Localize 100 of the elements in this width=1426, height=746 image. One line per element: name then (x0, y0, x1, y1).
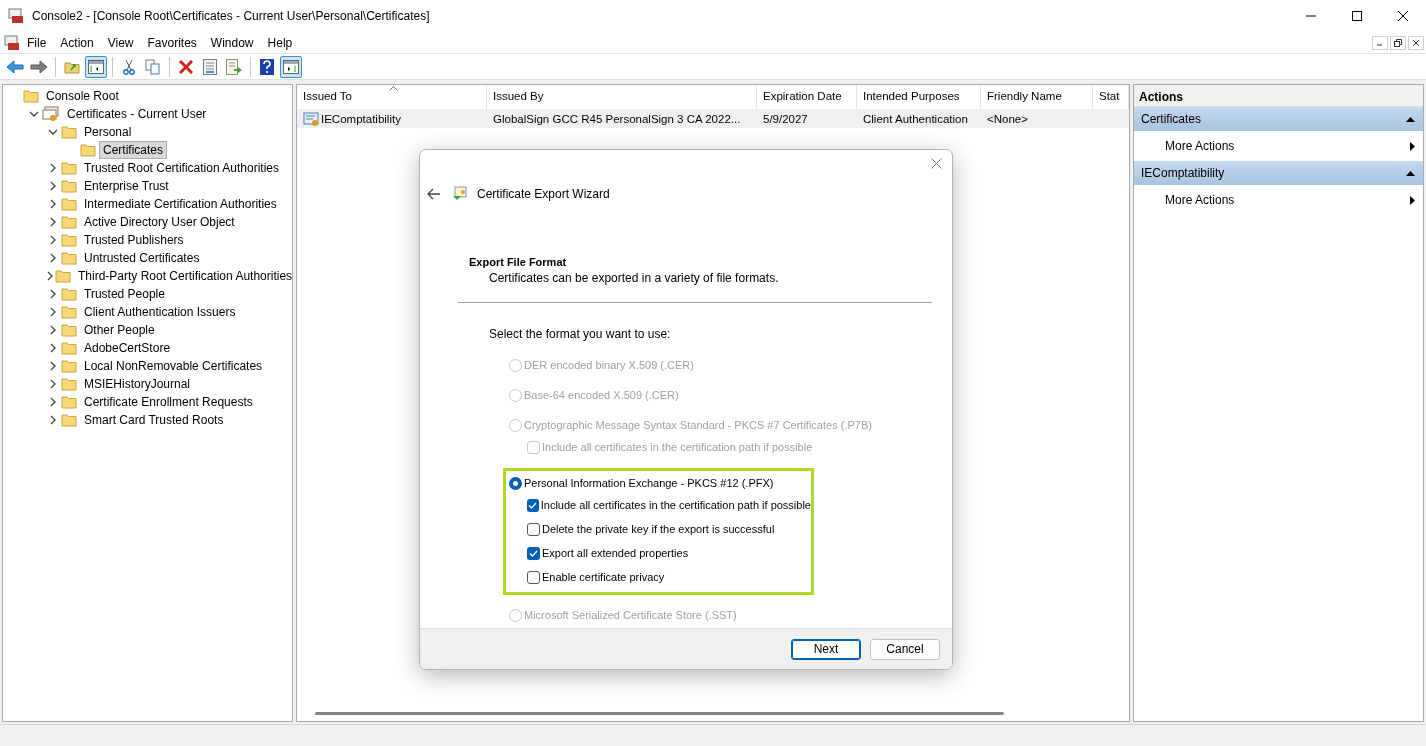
action-item[interactable]: More Actions (1134, 131, 1423, 161)
tree-item[interactable]: Intermediate Certification Authorities (80, 195, 281, 213)
folder-icon (61, 233, 77, 247)
delete-x-icon (179, 59, 193, 74)
close-icon (1412, 38, 1420, 47)
close-button[interactable] (1408, 35, 1424, 50)
tree-item[interactable]: Certificates - Current User (63, 105, 211, 123)
tree-item[interactable]: Smart Card Trusted Roots (80, 411, 228, 429)
copy-icon (145, 58, 161, 75)
dialog-title: Certificate Export Wizard (477, 187, 610, 201)
folder-icon (61, 359, 77, 373)
pane-toggle-icon (283, 59, 299, 74)
tree-item[interactable]: Console Root (42, 87, 123, 105)
tree-item[interactable]: Certificates (99, 141, 168, 159)
submenu-triangle-icon (1410, 195, 1415, 205)
scissors-icon (123, 58, 135, 75)
tree-item[interactable]: Other People (80, 321, 159, 339)
restore-button[interactable] (1390, 35, 1406, 50)
back-arrow-icon (6, 59, 24, 74)
folder-icon (61, 161, 77, 175)
menu-item[interactable]: Help (260, 35, 300, 50)
certificate-store-icon (42, 106, 60, 122)
menu-item[interactable]: Window (203, 35, 261, 50)
tree-item[interactable]: Client Authentication Issuers (80, 303, 240, 321)
close-icon[interactable] (931, 157, 942, 169)
maximize-icon (1352, 11, 1362, 21)
format-prompt: Select the format you want to use: (489, 327, 672, 341)
back-arrow-icon[interactable] (427, 188, 441, 200)
pane-toggle-icon (88, 59, 104, 74)
folder-icon (61, 377, 77, 391)
folder-up-icon (64, 59, 80, 74)
folder-icon (61, 413, 77, 427)
menu-item[interactable]: Action (53, 35, 101, 50)
actions-section-header[interactable]: IEComptatibility (1134, 161, 1423, 185)
checkmark-icon (529, 549, 538, 557)
format-radio-option[interactable]: Personal Information Exchange - PKCS #12 (.PFX) (509, 473, 811, 493)
toolbar-button[interactable] (280, 55, 302, 78)
menu-item[interactable]: View (100, 35, 141, 50)
table-cell: Client Authentication (863, 112, 968, 125)
app-icon[interactable] (4, 34, 20, 51)
actions-title: Actions (1134, 85, 1423, 107)
forward-arrow-icon (30, 59, 48, 74)
checkmark-icon (528, 501, 538, 509)
collapse-triangle-icon (1406, 170, 1415, 176)
folder-icon (61, 125, 77, 139)
list-row[interactable]: IEComptatibility GlobalSign GCC R45 PersonalSign 3 CA 2022... 5/9/2027 Client Authentication <None> (297, 109, 1129, 128)
folder-icon (80, 143, 96, 157)
tree-item[interactable]: Third-Party Root Certification Authorities (74, 267, 297, 285)
folder-icon (61, 215, 77, 229)
collapse-triangle-icon (1406, 116, 1415, 122)
action-item[interactable]: More Actions (1134, 185, 1423, 215)
toolbar-button[interactable] (85, 55, 107, 78)
tree-item[interactable]: Certificate Enrollment Requests (80, 393, 257, 411)
section-description: Certificates can be exported in a variety of file formats. (489, 271, 780, 285)
table-cell: IEComptatibility (321, 112, 401, 125)
menu-item[interactable]: Favorites (140, 35, 204, 50)
tree-item[interactable]: Untrusted Certificates (80, 249, 204, 267)
submenu-triangle-icon (1410, 141, 1415, 151)
window-title: Console2 - [Console Root\Certificates - Current User\Personal\Certificates] (32, 9, 431, 23)
option-checkbox[interactable]: Include all certificates in the certification path if possible (527, 493, 811, 517)
option-checkbox[interactable]: Enable certificate privacy (527, 565, 811, 589)
certificate-icon (451, 186, 467, 202)
folder-icon (61, 395, 77, 409)
tree-item[interactable]: Trusted Publishers (80, 231, 188, 249)
folder-icon (61, 197, 77, 211)
sort-ascending-icon (389, 86, 398, 91)
table-cell: 5/9/2027 (763, 112, 808, 125)
scrollbar-thumb[interactable] (315, 711, 1004, 715)
folder-icon (61, 341, 77, 355)
tree-item[interactable]: Trusted People (80, 285, 169, 303)
folder-icon (61, 287, 77, 301)
folder-icon (61, 251, 77, 265)
table-cell: <None> (987, 112, 1028, 125)
close-icon (1398, 11, 1408, 21)
actions-section-header[interactable]: Certificates (1134, 107, 1423, 131)
table-cell: GlobalSign GCC R45 PersonalSign 3 CA 2022... (493, 112, 741, 125)
folder-icon (61, 323, 77, 337)
folder-icon (55, 269, 71, 283)
tree-item[interactable]: AdobeCertStore (80, 339, 175, 357)
restore-icon (1394, 38, 1402, 47)
folder-icon (23, 89, 39, 103)
option-checkbox[interactable]: Export all extended properties (527, 541, 811, 565)
properties-icon (203, 58, 217, 75)
section-heading: Export File Format (469, 256, 568, 268)
certificate-icon (303, 110, 319, 127)
tree-item[interactable]: MSIEHistoryJournal (80, 375, 195, 393)
tree-item[interactable]: Active Directory User Object (80, 213, 239, 231)
dialog-button[interactable]: Next (791, 638, 861, 660)
option-checkbox[interactable]: Delete the private key if the export is successful (527, 517, 811, 541)
help-icon (260, 58, 274, 75)
folder-icon (61, 305, 77, 319)
tree-item[interactable]: Enterprise Trust (80, 177, 173, 195)
export-list-icon (226, 58, 242, 75)
menu-item[interactable]: File (20, 35, 54, 50)
tree-item[interactable]: Personal (80, 123, 136, 141)
dialog-button[interactable]: Cancel (870, 638, 940, 660)
app-icon (8, 8, 24, 24)
tree-item[interactable]: Trusted Root Certification Authorities (80, 159, 283, 177)
folder-icon (61, 179, 77, 193)
tree-item[interactable]: Local NonRemovable Certificates (80, 357, 267, 375)
